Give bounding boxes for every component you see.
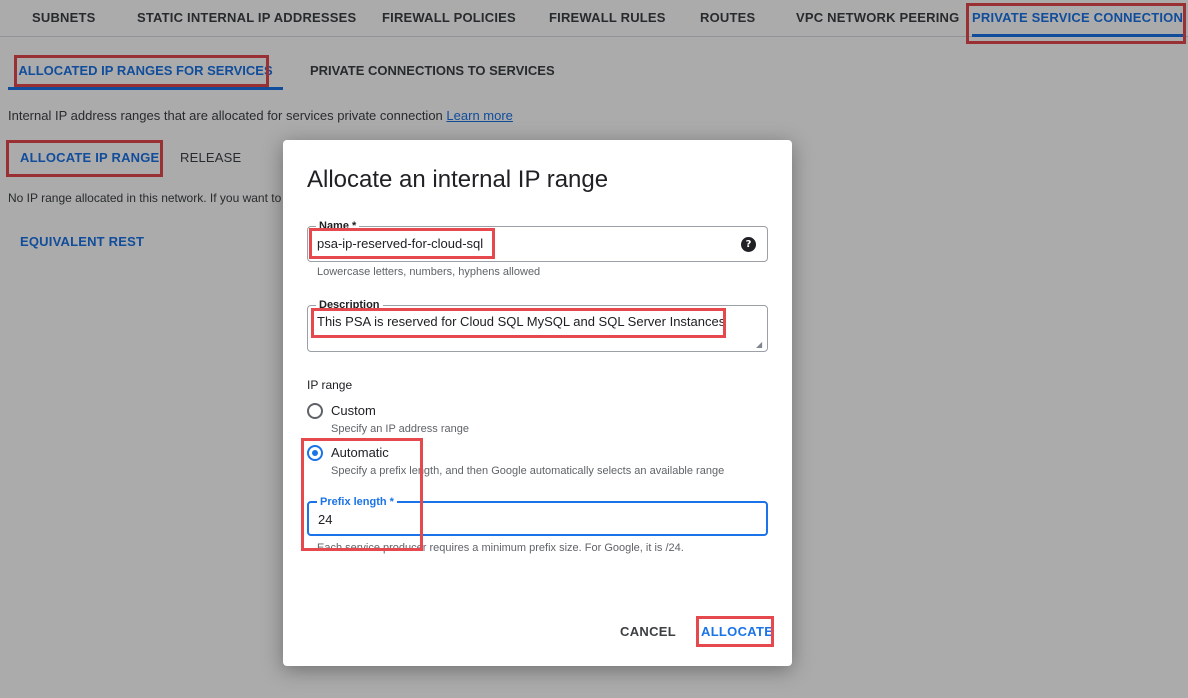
radio-custom-label[interactable]: Custom (331, 403, 376, 418)
name-hint: Lowercase letters, numbers, hyphens allo… (317, 266, 541, 278)
prefix-length-hint: Each service producer requires a minimum… (317, 542, 684, 554)
resize-handle-icon[interactable]: ◢ (756, 340, 765, 349)
name-field[interactable]: Name * psa-ip-reserved-for-cloud-sql ? (307, 219, 768, 262)
radio-custom[interactable] (307, 403, 323, 419)
radio-automatic-desc: Specify a prefix length, and then Google… (331, 465, 725, 477)
name-field-label: Name * (316, 219, 360, 233)
help-circle-icon[interactable]: ? (741, 237, 756, 252)
prefix-length-label: Prefix length * (317, 495, 397, 509)
radio-automatic[interactable] (307, 445, 323, 461)
prefix-length-value: 24 (318, 512, 333, 527)
radio-automatic-label[interactable]: Automatic (331, 445, 389, 460)
cancel-button[interactable]: CANCEL (620, 624, 676, 639)
description-field-label: Description (316, 298, 383, 312)
allocate-ip-range-dialog: Allocate an internal IP range Name * psa… (283, 140, 792, 666)
allocate-button[interactable]: ALLOCATE (701, 624, 773, 639)
description-field[interactable]: Description This PSA is reserved for Clo… (307, 298, 768, 352)
radio-custom-desc: Specify an IP address range (331, 423, 469, 435)
name-field-value: psa-ip-reserved-for-cloud-sql (317, 236, 484, 251)
dialog-title: Allocate an internal IP range (307, 166, 609, 193)
prefix-length-field[interactable]: Prefix length * 24 (307, 495, 768, 536)
ip-range-label: IP range (307, 378, 353, 392)
description-field-value: This PSA is reserved for Cloud SQL MySQL… (317, 314, 726, 329)
